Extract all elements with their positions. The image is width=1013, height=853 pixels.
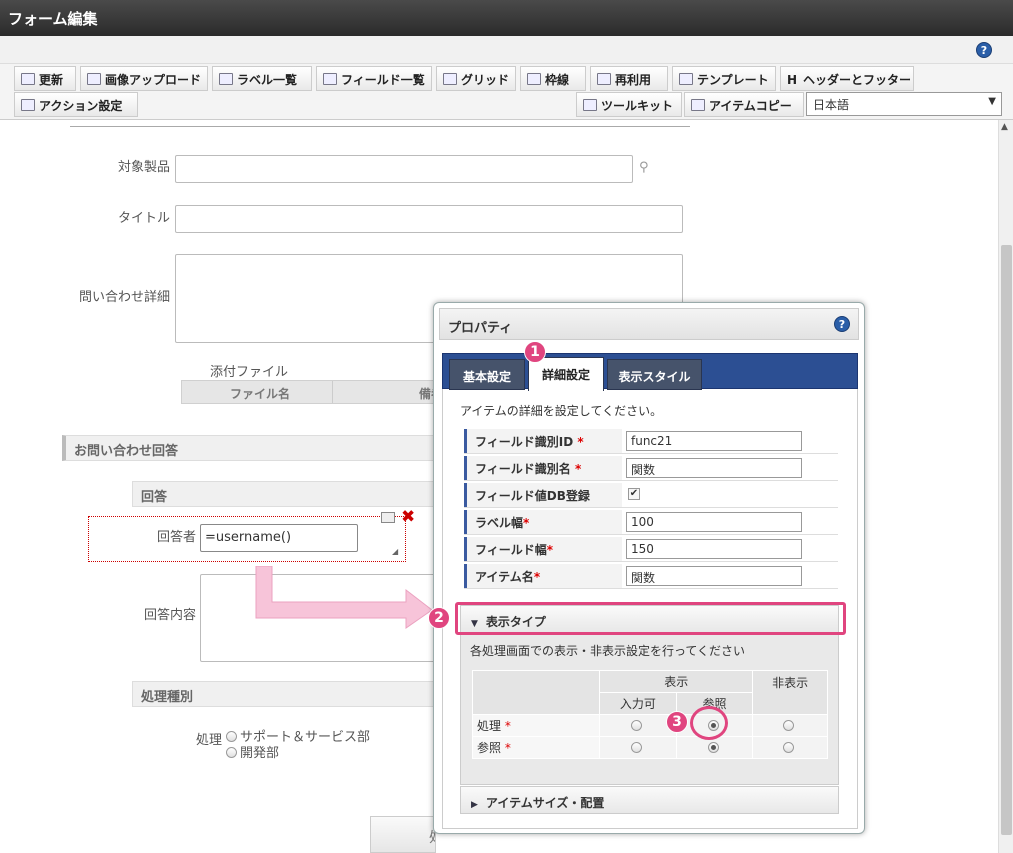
panel-header: プロパティ ? <box>439 308 859 340</box>
help-icon[interactable]: ? <box>976 42 992 58</box>
arrow-icon <box>255 566 433 629</box>
header-footer-button[interactable]: H ヘッダーとフッター <box>780 66 914 91</box>
property-row-field-width: フィールド幅* 150 <box>464 537 838 562</box>
highlight-display-type <box>455 602 846 635</box>
grid-button[interactable]: グリッド <box>436 66 516 91</box>
panel-title: プロパティ <box>448 321 513 336</box>
properties-panel: プロパティ ? 基本設定 詳細設定 表示スタイル アイテムの詳細を設定してくださ… <box>433 302 865 834</box>
radio-ref-input[interactable] <box>630 741 642 753</box>
action-icon <box>21 99 35 111</box>
panel-description: アイテムの詳細を設定してください。 <box>460 404 663 418</box>
scroll-thumb[interactable] <box>1001 245 1012 835</box>
field-list-button[interactable]: フィールド一覧 <box>316 66 432 91</box>
step-badge-3: 3 <box>666 711 688 733</box>
header-display: 表示 <box>599 670 754 693</box>
label-width-input[interactable]: 100 <box>626 512 802 532</box>
toolbox-icon <box>583 99 597 111</box>
answer-section-heading: お問い合わせ回答 <box>62 435 436 461</box>
tab-basic-settings[interactable]: 基本設定 <box>449 359 525 390</box>
panel-tabs: 基本設定 詳細設定 表示スタイル <box>442 353 858 391</box>
highlight-ref-radio <box>690 706 728 740</box>
tab-display-style[interactable]: 表示スタイル <box>607 359 702 390</box>
tab-detail-settings[interactable]: 詳細設定 <box>528 357 604 391</box>
step-badge-2: 2 <box>428 607 450 629</box>
image-upload-icon <box>87 73 101 85</box>
item-size-accordion[interactable]: ▶ アイテムサイズ・配置 <box>460 786 839 814</box>
list-icon <box>323 73 337 85</box>
radio-icon <box>226 747 237 758</box>
header-input: 入力可 <box>599 692 677 715</box>
scrollbar[interactable]: ▲ <box>998 120 1013 853</box>
inquiry-label: 問い合わせ詳細 <box>78 290 170 305</box>
attachment-label: 添付ファイル <box>210 365 289 380</box>
grid-icon <box>443 73 457 85</box>
sub-bar: ? <box>0 36 1013 64</box>
property-row-db-register: フィールド値DB登録 ✔ <box>464 483 838 508</box>
template-icon <box>679 73 693 85</box>
list-icon <box>219 73 233 85</box>
attachment-col-filename: ファイル名 <box>230 387 291 401</box>
search-icon[interactable]: ⚲ <box>639 160 649 175</box>
radio-icon <box>226 731 237 742</box>
triangle-right-icon: ▶ <box>471 800 478 810</box>
radio-process-hidden[interactable] <box>783 719 795 731</box>
field-width-input[interactable]: 150 <box>626 539 802 559</box>
calendar-icon[interactable] <box>381 512 395 523</box>
answer-subheading: 回答 <box>132 481 436 507</box>
border-icon <box>527 73 541 85</box>
title-label: タイトル <box>117 211 170 226</box>
process-section-heading: 処理種別 <box>132 681 436 707</box>
property-row-field-id: フィールド識別ID * func21 <box>464 429 838 454</box>
radio-ref-hidden[interactable] <box>783 741 795 753</box>
property-row-item-name: アイテム名* 関数 <box>464 564 838 589</box>
display-type-description: 各処理画面での表示・非表示設定を行ってください <box>470 644 746 658</box>
field-name-input[interactable]: 関数 <box>626 458 802 478</box>
property-row-label-width: ラベル幅* 100 <box>464 510 838 535</box>
answer-content-label: 回答内容 <box>143 608 196 623</box>
resize-handle-icon[interactable]: ◢ <box>392 547 398 556</box>
scroll-up-icon[interactable]: ▲ <box>1001 122 1008 132</box>
update-icon <box>21 73 35 85</box>
radio-process-input[interactable] <box>630 719 642 731</box>
label-list-button[interactable]: ラベル一覧 <box>212 66 312 91</box>
template-button[interactable]: テンプレート <box>672 66 776 91</box>
product-label: 対象製品 <box>117 160 170 175</box>
item-copy-button[interactable]: アイテムコピー <box>684 92 804 117</box>
image-upload-button[interactable]: 画像アップロード <box>80 66 208 91</box>
update-button[interactable]: 更新 <box>14 66 76 91</box>
language-select[interactable]: 日本語 ▼ <box>806 92 1002 116</box>
process-option-dev[interactable]: 開発部 <box>226 742 279 761</box>
border-button[interactable]: 枠線 <box>520 66 586 91</box>
item-name-input[interactable]: 関数 <box>626 566 802 586</box>
divider <box>70 126 690 127</box>
process-label: 処理 <box>195 733 222 748</box>
toolkit-button[interactable]: ツールキット <box>576 92 682 117</box>
responder-input[interactable]: =username() <box>200 524 358 552</box>
bottom-button[interactable]: 処 <box>370 816 436 853</box>
header-icon: H <box>787 73 798 87</box>
window-title: フォーム編集 <box>0 0 1013 36</box>
row-process-label: 処理 * <box>471 714 601 737</box>
toolbox-icon <box>691 99 705 111</box>
field-id-input[interactable]: func21 <box>626 431 802 451</box>
property-row-field-name: フィールド識別名 * 関数 <box>464 456 838 481</box>
document-icon <box>597 73 611 85</box>
responder-label: 回答者 <box>156 530 196 545</box>
product-input[interactable] <box>175 155 633 183</box>
row-ref-label: 参照 * <box>471 736 601 759</box>
radio-ref-ref[interactable] <box>707 741 719 753</box>
step-badge-1: 1 <box>524 341 546 363</box>
db-register-checkbox[interactable]: ✔ <box>628 488 640 500</box>
display-type-table: 表示 非表示 入力可 参照 処理 * 参照 * <box>471 670 828 759</box>
chevron-down-icon: ▼ <box>988 96 996 107</box>
reuse-button[interactable]: 再利用 <box>590 66 668 91</box>
header-hidden: 非表示 <box>752 670 828 715</box>
help-icon[interactable]: ? <box>834 316 850 332</box>
delete-icon[interactable]: ✖ <box>401 507 415 527</box>
title-input[interactable] <box>175 205 683 233</box>
attachment-table-header: ファイル名 備考 <box>181 380 436 404</box>
action-settings-button[interactable]: アクション設定 <box>14 92 138 117</box>
